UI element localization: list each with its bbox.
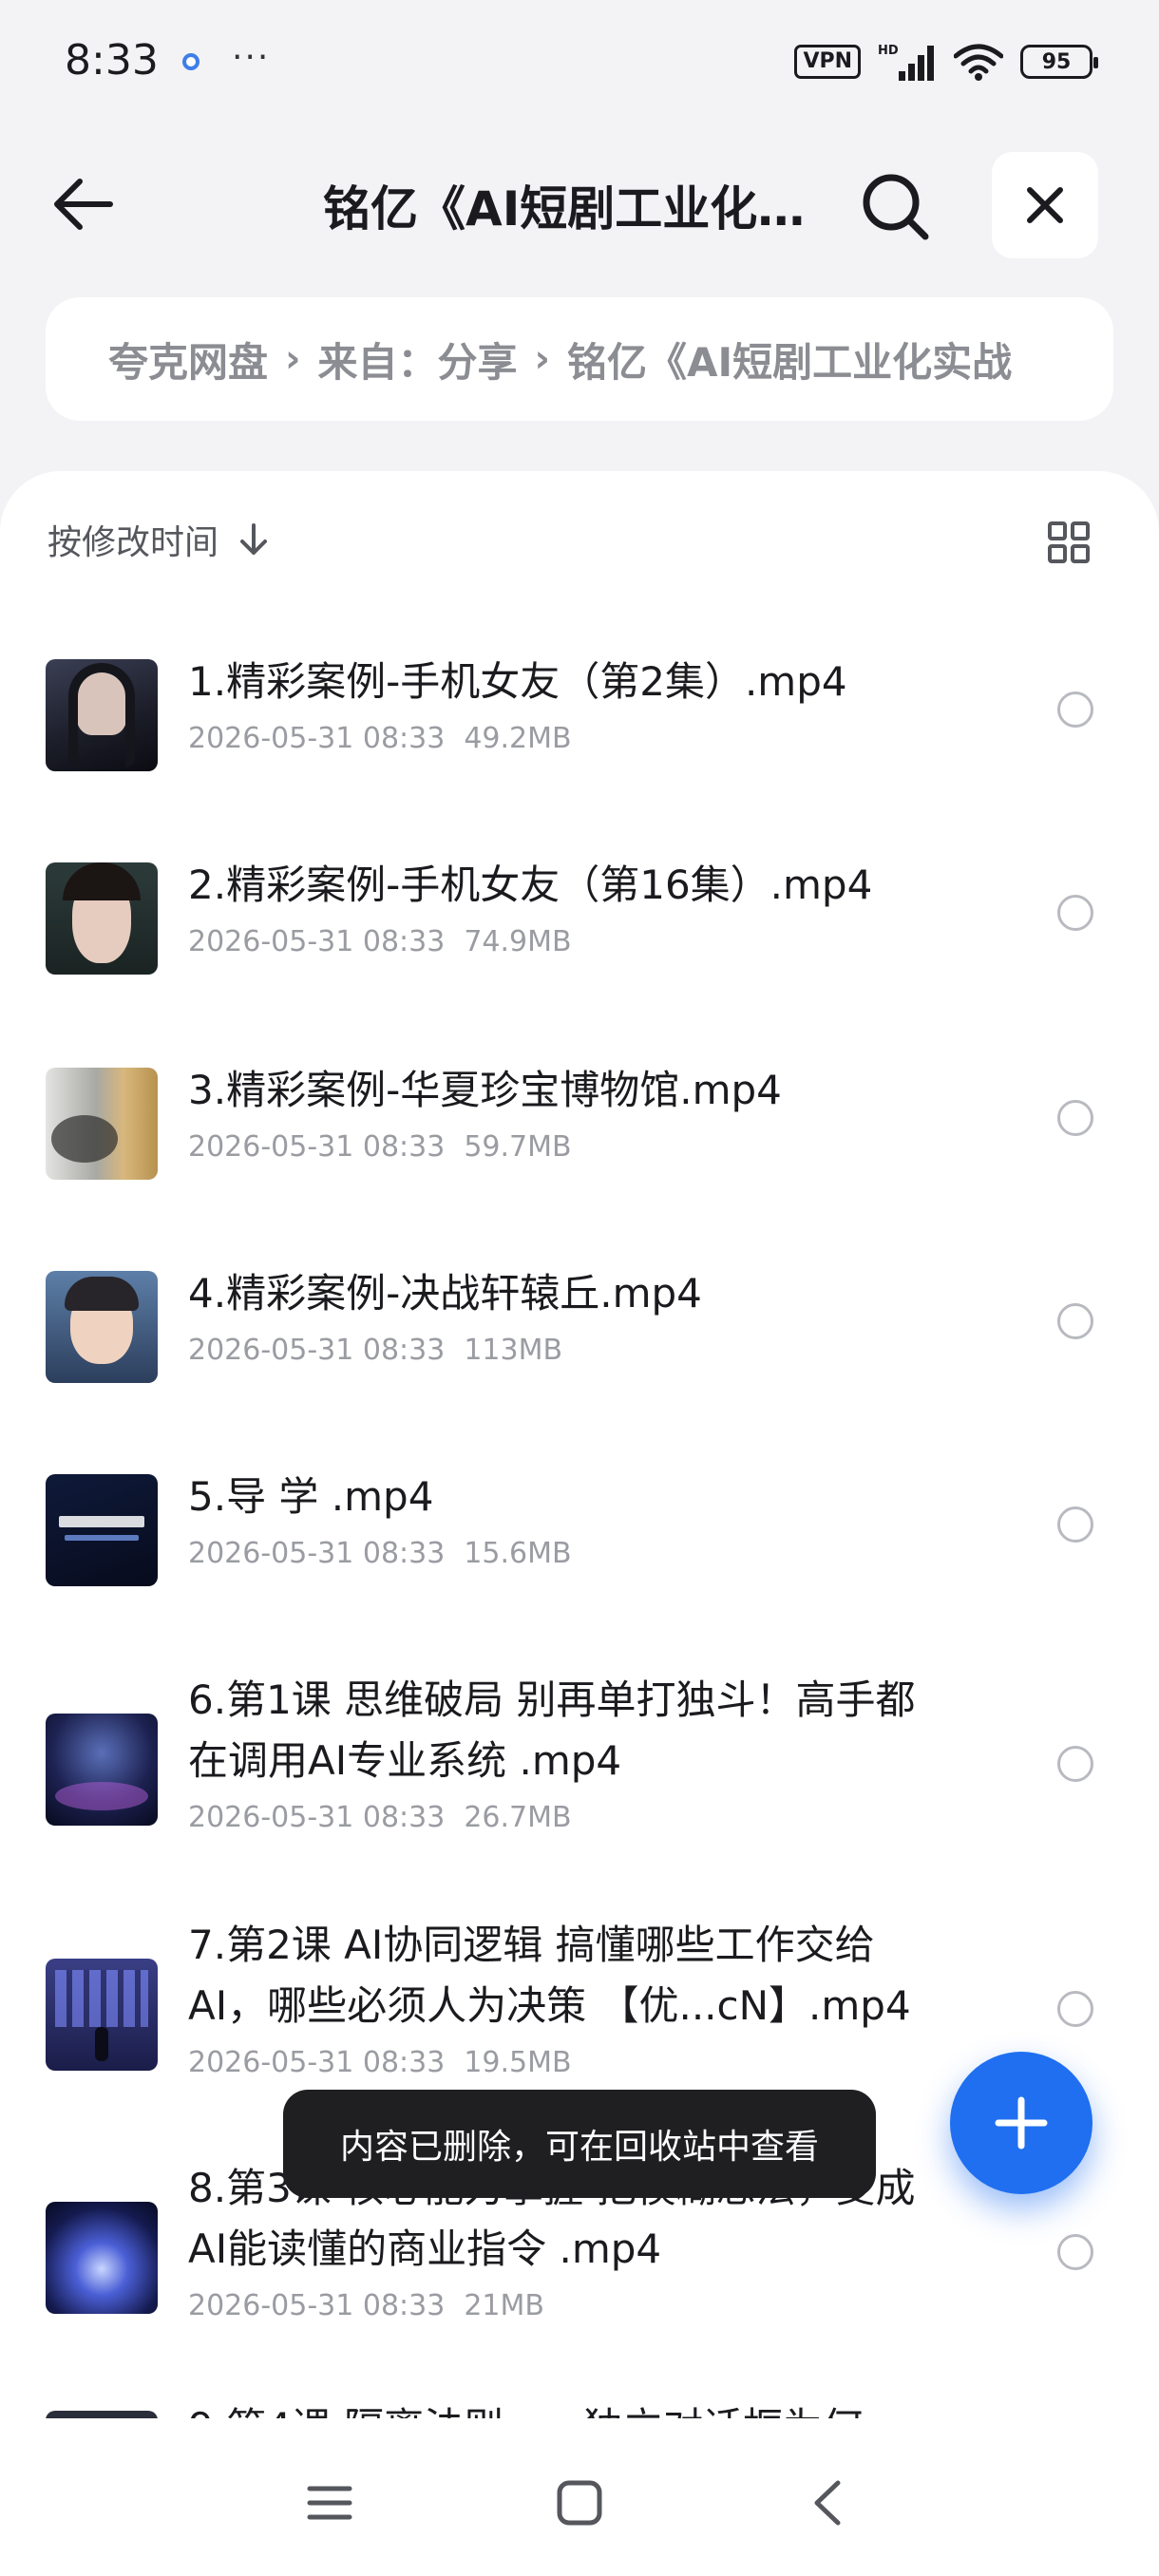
status-indicators: VPN HD 95 bbox=[794, 42, 1098, 82]
system-nav-bar bbox=[0, 2432, 1159, 2576]
search-icon bbox=[863, 174, 929, 240]
file-size: 59.7MB bbox=[464, 1130, 572, 1164]
file-name: 1.精彩案例-手机女友（第2集）.mp4 bbox=[188, 658, 847, 705]
file-size: 113MB bbox=[464, 1334, 563, 1367]
system-back-button[interactable] bbox=[796, 2470, 863, 2536]
file-row[interactable]: 6.第1课 思维破局 别再单打独斗！高手都在调用AI专业系统 .mp4 2026… bbox=[0, 1670, 1159, 1907]
nav-back-icon bbox=[814, 2480, 841, 2526]
back-button[interactable] bbox=[48, 166, 124, 242]
file-row[interactable]: 4.精彩案例-决战轩辕丘.mp4 2026-05-31 08:33 113MB bbox=[0, 1263, 1159, 1453]
file-date: 2026-05-31 08:33 bbox=[188, 722, 446, 755]
file-row[interactable]: 5.导 学 .mp4 2026-05-31 08:33 15.6MB bbox=[0, 1467, 1159, 1657]
status-more-icon: ··· bbox=[232, 38, 271, 77]
home-square-icon bbox=[557, 2480, 602, 2526]
file-meta: 2026-05-31 08:33 15.6MB bbox=[188, 1537, 572, 1570]
file-meta: 2026-05-31 08:33 19.5MB bbox=[188, 2046, 572, 2079]
file-date: 2026-05-31 08:33 bbox=[188, 2046, 446, 2079]
home-button[interactable] bbox=[546, 2470, 613, 2536]
select-radio[interactable] bbox=[1057, 895, 1093, 931]
video-thumbnail bbox=[46, 1271, 158, 1383]
file-name: 5.导 学 .mp4 bbox=[188, 1473, 434, 1520]
file-row[interactable]: 1.精彩案例-手机女友（第2集）.mp4 2026-05-31 08:33 49.… bbox=[0, 652, 1159, 842]
select-radio[interactable] bbox=[1057, 1746, 1093, 1782]
video-thumbnail bbox=[46, 1474, 158, 1586]
recent-apps-button[interactable] bbox=[296, 2470, 363, 2536]
file-name: 7.第2课 AI协同逻辑 搞懂哪些工作交给AI，哪些必须人为决策 【优...cN… bbox=[188, 1922, 911, 2029]
sort-label: 按修改时间 bbox=[48, 523, 219, 562]
file-name: 2.精彩案例-手机女友（第16集）.mp4 bbox=[188, 862, 873, 908]
file-size: 19.5MB bbox=[464, 2046, 572, 2079]
file-meta: 2026-05-31 08:33 21MB bbox=[188, 2289, 544, 2322]
file-row[interactable]: 9.第4课 隔离法则——独立对话框为何 bbox=[0, 2397, 1159, 2418]
select-radio[interactable] bbox=[1057, 1303, 1093, 1339]
toast-message: 内容已删除，可在回收站中查看 bbox=[283, 2090, 876, 2198]
file-row[interactable]: 3.精彩案例-华夏珍宝博物馆.mp4 2026-05-31 08:33 59.7M… bbox=[0, 1060, 1159, 1250]
select-radio[interactable] bbox=[1057, 1100, 1093, 1136]
file-size: 21MB bbox=[464, 2289, 544, 2322]
cellular-signal-icon: HD bbox=[878, 44, 934, 81]
file-size: 15.6MB bbox=[464, 1537, 572, 1570]
close-icon bbox=[1027, 187, 1063, 223]
file-name: 9.第4课 隔离法则——独立对话框为何 bbox=[188, 2397, 948, 2418]
file-date: 2026-05-31 08:33 bbox=[188, 925, 446, 958]
breadcrumb-item-share[interactable]: 来自：分享 bbox=[318, 331, 518, 388]
network-label: HD bbox=[878, 44, 899, 58]
status-time: 8:33 bbox=[65, 36, 159, 85]
grid-view-icon bbox=[1048, 521, 1090, 563]
grid-view-button[interactable] bbox=[1047, 521, 1091, 564]
wifi-icon bbox=[954, 44, 1003, 81]
file-meta: 2026-05-31 08:33 26.7MB bbox=[188, 1801, 572, 1834]
chevron-right-icon: › bbox=[285, 337, 301, 381]
breadcrumb-item-root[interactable]: 夸克网盘 bbox=[108, 331, 268, 388]
sort-button[interactable]: 按修改时间 bbox=[48, 519, 270, 562]
video-thumbnail bbox=[46, 659, 158, 771]
add-button[interactable] bbox=[950, 2052, 1092, 2194]
video-thumbnail bbox=[46, 2411, 158, 2418]
breadcrumb-item-current[interactable]: 铭亿《AI短剧工业化实战 bbox=[567, 331, 1012, 388]
select-radio[interactable] bbox=[1057, 1506, 1093, 1543]
chevron-right-icon: › bbox=[534, 337, 550, 381]
vpn-badge: VPN bbox=[794, 45, 861, 79]
file-date: 2026-05-31 08:33 bbox=[188, 2289, 446, 2322]
file-meta: 2026-05-31 08:33 113MB bbox=[188, 1334, 562, 1367]
title-bar: 铭亿《AI短剧工业化… bbox=[0, 142, 1159, 266]
video-thumbnail bbox=[46, 1959, 158, 2071]
status-bar: 8:33 ··· VPN HD 95 bbox=[0, 0, 1159, 123]
video-thumbnail bbox=[46, 1714, 158, 1826]
file-name: 4.精彩案例-决战轩辕丘.mp4 bbox=[188, 1270, 702, 1316]
file-date: 2026-05-31 08:33 bbox=[188, 1130, 446, 1164]
arrow-left-icon bbox=[54, 179, 113, 230]
select-radio[interactable] bbox=[1057, 1991, 1093, 2027]
file-meta: 2026-05-31 08:33 49.2MB bbox=[188, 722, 572, 755]
file-sheet: 按修改时间 1.精彩案例-手机女友（第2集）.mp4 2026-05-31 08… bbox=[0, 471, 1159, 2576]
file-size: 74.9MB bbox=[464, 925, 572, 958]
file-date: 2026-05-31 08:33 bbox=[188, 1334, 446, 1367]
file-date: 2026-05-31 08:33 bbox=[188, 1801, 446, 1834]
file-size: 49.2MB bbox=[464, 722, 572, 755]
battery-icon: 95 bbox=[1020, 45, 1098, 79]
file-meta: 2026-05-31 08:33 74.9MB bbox=[188, 925, 572, 958]
file-row[interactable]: 2.精彩案例-手机女友（第16集）.mp4 2026-05-31 08:33 74… bbox=[0, 855, 1159, 1045]
select-radio[interactable] bbox=[1057, 691, 1093, 728]
file-size: 26.7MB bbox=[464, 1801, 572, 1834]
file-name: 6.第1课 思维破局 别再单打独斗！高手都在调用AI专业系统 .mp4 bbox=[188, 1676, 916, 1784]
video-thumbnail bbox=[46, 2202, 158, 2314]
select-radio[interactable] bbox=[1057, 2234, 1093, 2270]
video-thumbnail bbox=[46, 1068, 158, 1180]
file-name: 3.精彩案例-华夏珍宝博物馆.mp4 bbox=[188, 1067, 782, 1113]
video-thumbnail bbox=[46, 862, 158, 975]
file-meta: 2026-05-31 08:33 59.7MB bbox=[188, 1130, 572, 1164]
page-title: 铭亿《AI短剧工业化… bbox=[323, 181, 806, 237]
file-date: 2026-05-31 08:33 bbox=[188, 1537, 446, 1570]
menu-icon bbox=[307, 2486, 352, 2520]
close-button[interactable] bbox=[992, 152, 1098, 258]
plus-icon bbox=[995, 2096, 1048, 2150]
arrow-down-icon bbox=[240, 523, 268, 555]
breadcrumb: 夸克网盘 › 来自：分享 › 铭亿《AI短剧工业化实战 bbox=[46, 297, 1113, 421]
search-button[interactable] bbox=[855, 166, 935, 246]
app-notification-icon bbox=[182, 53, 200, 70]
